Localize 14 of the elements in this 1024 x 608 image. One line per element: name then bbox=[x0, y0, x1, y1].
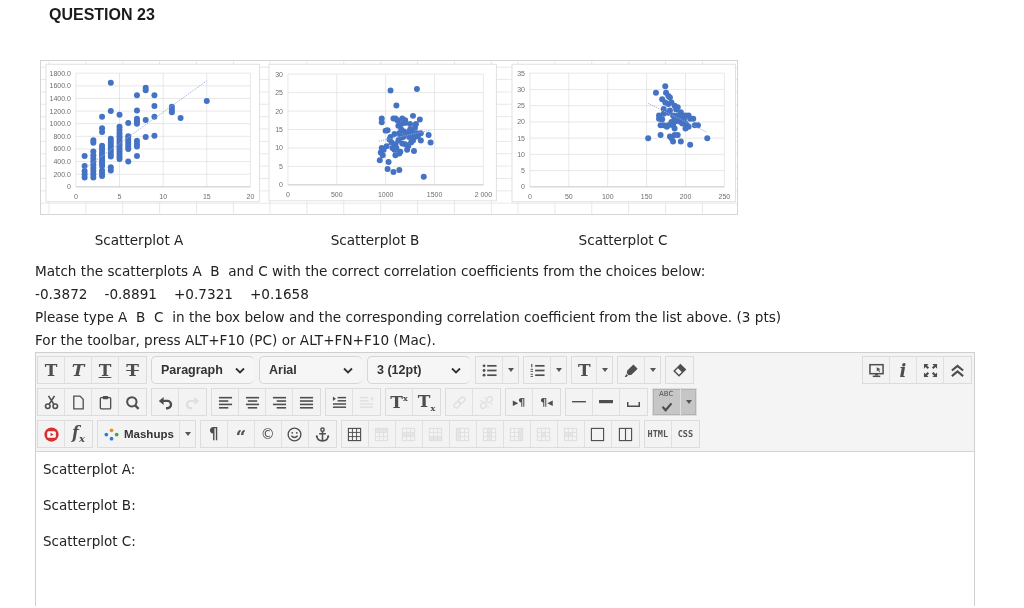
hint-text: For the toolbar, press ALT+F10 (PC) or ALT+FN+F10 (Mac). bbox=[35, 332, 436, 348]
chart-caption: Scatterplot B bbox=[330, 232, 420, 248]
question-title: QUESTION 23 bbox=[49, 6, 155, 24]
choice-value: -0.3872 bbox=[35, 285, 88, 304]
answer-text: Scatterplot A: bbox=[43, 461, 136, 477]
answer-text: Scatterplot B: bbox=[43, 497, 136, 513]
choice-value: +0.1658 bbox=[249, 285, 309, 304]
chart-caption: Scatterplot A bbox=[94, 232, 184, 248]
instruction-text: Match the scatterplots A B and C with the correct correlation coefficients from the choices below: bbox=[35, 263, 706, 279]
choice-value: -0.8891 bbox=[104, 285, 157, 304]
choice-value: +0.7321 bbox=[173, 285, 233, 304]
task-text: Please type A B C in the box below and the corresponding correlation coefficient from the list above. (3 pts) bbox=[35, 309, 782, 325]
chart-caption: Scatterplot C bbox=[578, 232, 668, 248]
answer-text: Scatterplot C: bbox=[43, 533, 136, 549]
